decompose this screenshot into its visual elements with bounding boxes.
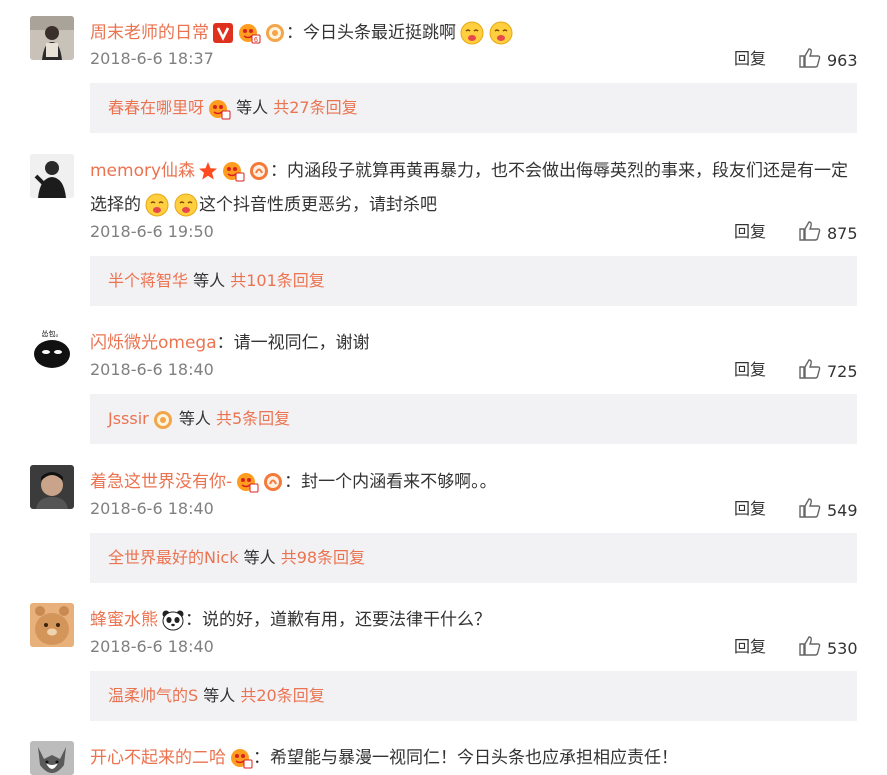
comment-text: 希望能与暴漫一视同仁！今日头条也应承担相应责任！	[270, 748, 678, 768]
username-link[interactable]: 周末老师的日常	[90, 23, 209, 43]
reply-user-link[interactable]: 半个蒋智华	[108, 271, 188, 290]
like-button[interactable]: 875	[799, 221, 858, 247]
comment-date: 2018-6-6 18:40	[90, 360, 214, 379]
comment-date: 2018-6-6 18:37	[90, 49, 214, 68]
reply-button[interactable]: 回复	[734, 221, 766, 243]
reply-user-link[interactable]: 全世界最好的Nick	[108, 548, 238, 567]
fan-medal-icon	[152, 409, 174, 431]
comment-text: 说的好，道歉有用，还要法律干什么？	[202, 610, 491, 630]
avatar-caption: 怂包。	[42, 329, 63, 338]
username-link[interactable]: 蜂蜜水熊	[90, 610, 158, 630]
reply-others-text: 等人	[203, 686, 236, 705]
emoji-icon	[173, 192, 199, 218]
reply-button[interactable]: 回复	[734, 359, 766, 381]
avatar[interactable]: 怂包。	[30, 326, 74, 370]
reply-others-text: 等人	[236, 98, 269, 117]
comment-date: 2018-6-6 18:40	[90, 499, 214, 518]
like-count: 875	[827, 224, 858, 243]
reply-others-text: 等人	[243, 548, 276, 567]
avatar[interactable]	[30, 154, 74, 198]
svg-text:6: 6	[254, 37, 258, 44]
star-icon	[198, 161, 218, 181]
comment-date: 2018-6-6 19:50	[90, 222, 214, 241]
panda-icon	[161, 609, 185, 631]
emoji-icon	[144, 192, 170, 218]
reply-summary: 全世界最好的Nick 等人 共98条回复	[90, 533, 857, 583]
like-button[interactable]: 725	[799, 359, 858, 385]
thumbs-up-icon	[799, 221, 821, 247]
username-link[interactable]: 闪烁微光omega	[90, 333, 217, 353]
thumbs-up-icon	[799, 48, 821, 74]
comment-text: 请一视同仁，谢谢	[233, 333, 370, 353]
comment-date: 2018-6-6 18:40	[90, 637, 214, 656]
vip-crown-icon	[229, 747, 253, 769]
avatar[interactable]	[30, 16, 74, 60]
view-replies-link[interactable]: 共20条回复	[240, 686, 324, 705]
thumbs-up-icon	[799, 636, 821, 662]
avatar[interactable]	[30, 741, 74, 775]
thumbs-up-icon	[799, 498, 821, 524]
comment-body: memory仙森 ：内涵段子就算再黄再暴力，也不会做出侮辱英烈的事来，段友们还是有…	[90, 154, 860, 222]
avatar[interactable]	[30, 603, 74, 647]
comment-text-continued: 这个抖音性质更恶劣，请封杀吧	[199, 195, 437, 215]
reply-summary: 春春在哪里呀 等人 共27条回复	[90, 83, 857, 133]
thumbs-up-icon	[799, 359, 821, 385]
like-button[interactable]: 530	[799, 636, 858, 662]
emoji-icon	[459, 20, 485, 46]
fan-medal-icon	[248, 160, 270, 182]
like-button[interactable]: 549	[799, 498, 858, 524]
reply-others-text: 等人	[178, 409, 211, 428]
comment-body: 开心不起来的二哈 ：希望能与暴漫一视同仁！今日头条也应承担相应责任！	[90, 747, 678, 769]
reply-user-link[interactable]: 温柔帅气的S	[108, 686, 198, 705]
emoji-icon	[488, 20, 514, 46]
view-replies-link[interactable]: 共101条回复	[230, 271, 325, 290]
reply-summary: 温柔帅气的S 等人 共20条回复	[90, 671, 857, 721]
reply-summary: 半个蒋智华 等人 共101条回复	[90, 256, 857, 306]
comment-text: 封一个内涵看来不够啊。。	[301, 472, 497, 492]
view-replies-link[interactable]: 共27条回复	[273, 98, 357, 117]
comment-body: 周末老师的日常 6 ：今日头条最近挺跳啊	[90, 16, 860, 50]
view-replies-link[interactable]: 共5条回复	[216, 409, 290, 428]
fan-medal-icon	[262, 471, 284, 493]
comment-body: 着急这世界没有你- ：封一个内涵看来不够啊。。	[90, 471, 497, 493]
reply-button[interactable]: 回复	[734, 48, 766, 70]
vip-crown-icon	[235, 471, 259, 493]
reply-button[interactable]: 回复	[734, 498, 766, 520]
verified-v-icon	[212, 22, 234, 44]
username-link[interactable]: memory仙森	[90, 161, 195, 181]
avatar[interactable]	[30, 465, 74, 509]
view-replies-link[interactable]: 共98条回复	[281, 548, 365, 567]
like-count: 549	[827, 501, 858, 520]
reply-summary: Jsssir 等人 共5条回复	[90, 394, 857, 444]
reply-button[interactable]: 回复	[734, 636, 766, 658]
reply-user-link[interactable]: Jsssir	[108, 409, 149, 428]
vip-crown-icon: 6	[237, 22, 261, 44]
comment-body: 闪烁微光omega：请一视同仁，谢谢	[90, 333, 370, 353]
comment-body: 蜂蜜水熊 ：说的好，道歉有用，还要法律干什么？	[90, 609, 491, 631]
like-count: 963	[827, 51, 858, 70]
like-count: 725	[827, 362, 858, 381]
fan-medal-icon	[264, 22, 286, 44]
like-count: 530	[827, 639, 858, 658]
reply-user-link[interactable]: 春春在哪里呀	[108, 98, 204, 117]
vip-crown-icon	[221, 160, 245, 182]
reply-others-text: 等人	[193, 271, 226, 290]
vip-crown-icon	[207, 98, 231, 120]
comment-text: 今日头条最近挺跳啊	[303, 23, 456, 43]
username-link[interactable]: 开心不起来的二哈	[90, 748, 226, 768]
like-button[interactable]: 963	[799, 48, 858, 74]
username-link[interactable]: 着急这世界没有你-	[90, 472, 232, 492]
